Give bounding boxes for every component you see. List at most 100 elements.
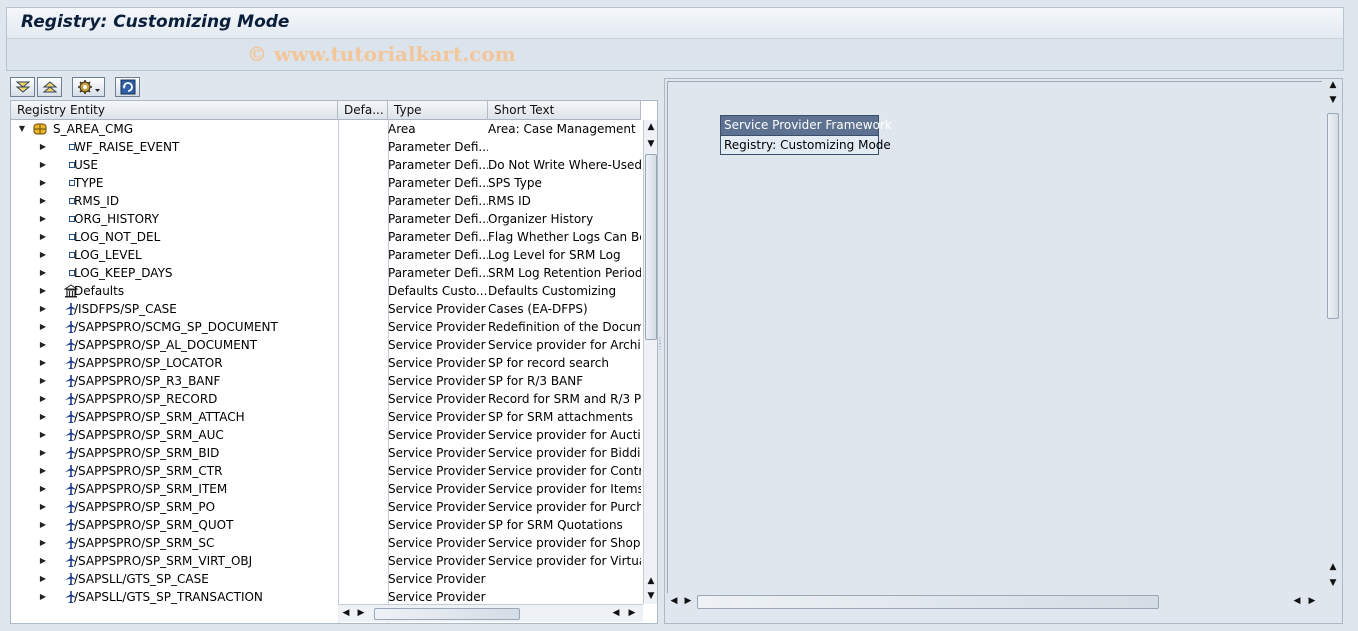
refresh-icon xyxy=(120,79,135,95)
tree-row[interactable]: ▶ /ISDFPS/SP_CASE Service Provider Cases (E… xyxy=(11,300,641,318)
refresh-button[interactable] xyxy=(115,77,140,97)
tree-vertical-scrollbar[interactable]: ▲ ▼ ▲ ▼ xyxy=(643,120,657,604)
tree-row[interactable]: ▶ /SAPPSPRO/SP_LOCATOR Service Provider SP … xyxy=(11,354,641,372)
tree-row-name: LOG_NOT_DEL xyxy=(74,230,161,244)
tree-row[interactable]: ▶ /SAPPSPRO/SP_SRM_VIRT_OBJ Service Provid… xyxy=(11,552,641,570)
collapse-all-button[interactable] xyxy=(37,77,62,97)
tree-row-type: Parameter Defi... xyxy=(388,158,488,172)
tree-row[interactable]: ▶ LOG_LEVEL Parameter Defi... Log Level for… xyxy=(11,246,641,264)
expand-arrow-icon[interactable]: ▶ xyxy=(38,264,48,282)
expand-arrow-icon[interactable]: ▶ xyxy=(38,390,48,408)
expand-arrow-icon[interactable]: ▶ xyxy=(38,534,48,552)
tree-row[interactable]: ▶ /SAPPSPRO/SP_SRM_BID Service Provider Ser… xyxy=(11,444,641,462)
tree-root-row[interactable]: ▼ S_AREA_CMG Area Area: Case Management xyxy=(11,120,641,138)
expand-arrow-icon[interactable]: ▶ xyxy=(38,480,48,498)
expand-arrow-icon[interactable]: ▶ xyxy=(38,588,48,606)
expand-arrow-icon[interactable]: ▶ xyxy=(38,282,48,300)
scroll-up-icon[interactable]: ▲ xyxy=(645,122,657,132)
expand-arrow-icon[interactable]: ▶ xyxy=(38,408,48,426)
scroll-left-icon[interactable]: ◀ xyxy=(340,608,352,618)
expand-arrow-icon[interactable]: ▶ xyxy=(38,210,48,228)
tree-row[interactable]: ▶ Defaults Defaults Custo... Defaults Custo… xyxy=(11,282,641,300)
expand-arrow-icon[interactable]: ▶ xyxy=(38,156,48,174)
tree-row[interactable]: ▶ /SAPPSPRO/SCMG_SP_DOCUMENT Service Provi… xyxy=(11,318,641,336)
tree-row[interactable]: ▶ USE Parameter Defi... Do Not Write Where-… xyxy=(11,156,641,174)
scroll-right-icon[interactable]: ▶ xyxy=(1306,596,1318,606)
scroll-thumb[interactable] xyxy=(697,595,1159,609)
tree-row-type: Service Provider xyxy=(388,392,486,406)
collapse-arrow-icon[interactable]: ▼ xyxy=(17,120,27,138)
tree-row[interactable]: ▶ TYPE Parameter Defi... SPS Type xyxy=(11,174,641,192)
tree-row[interactable]: ▶ /SAPPSPRO/SP_RECORD Service Provider Reco… xyxy=(11,390,641,408)
tree-row[interactable]: ▶ /SAPPSPRO/SP_AL_DOCUMENT Service Provide… xyxy=(11,336,641,354)
expand-arrow-icon[interactable]: ▶ xyxy=(38,516,48,534)
tree-row[interactable]: ▶ WF_RAISE_EVENT Parameter Defi... xyxy=(11,138,641,156)
expand-arrow-icon[interactable]: ▶ xyxy=(38,444,48,462)
panel-splitter[interactable]: ⋮ ⋮ xyxy=(656,337,664,351)
tree-rows: ▼ S_AREA_CMG Area Area: Case Management … xyxy=(11,120,641,606)
scroll-up-icon[interactable]: ▲ xyxy=(1327,562,1339,572)
scroll-up-icon[interactable]: ▲ xyxy=(1327,80,1339,90)
tree-row-short-text: SP for SRM Quotations xyxy=(488,518,623,532)
tree-row[interactable]: ▶ /SAPPSPRO/SP_SRM_AUC Service Provider Ser… xyxy=(11,426,641,444)
scroll-right-icon[interactable]: ▶ xyxy=(682,596,694,606)
detail-horizontal-scrollbar[interactable]: ◀ ▶ ◀ ▶ xyxy=(665,593,1342,623)
tree-row-type: Parameter Defi... xyxy=(388,248,488,262)
expand-arrow-icon[interactable]: ▶ xyxy=(38,246,48,264)
expand-arrow-icon[interactable]: ▶ xyxy=(38,552,48,570)
scroll-thumb[interactable] xyxy=(645,154,657,340)
expand-arrow-icon[interactable]: ▶ xyxy=(38,462,48,480)
expand-arrow-icon[interactable]: ▶ xyxy=(38,300,48,318)
tree-row-name: TYPE xyxy=(74,176,104,190)
expand-all-button[interactable] xyxy=(10,77,35,97)
settings-menu-button[interactable] xyxy=(72,77,105,97)
expand-arrow-icon[interactable]: ▶ xyxy=(38,354,48,372)
tree-row[interactable]: ▶ RMS_ID Parameter Defi... RMS ID xyxy=(11,192,641,210)
tree-root-name: S_AREA_CMG xyxy=(53,122,133,136)
tree-row-type: Service Provider xyxy=(388,338,486,352)
tree-row[interactable]: ▶ LOG_KEEP_DAYS Parameter Defi... SRM Log R… xyxy=(11,264,641,282)
detail-vertical-scrollbar[interactable]: ▲ ▼ ▲ ▼ xyxy=(1324,79,1342,593)
tree-row[interactable]: ▶ /SAPPSPRO/SP_SRM_ITEM Service Provider Se… xyxy=(11,480,641,498)
tree-header: Registry Entity Defa... Type Short Text xyxy=(11,101,641,120)
tree-row[interactable]: ▶ /SAPPSPRO/SP_SRM_CTR Service Provider Ser… xyxy=(11,462,641,480)
expand-arrow-icon[interactable]: ▶ xyxy=(38,570,48,588)
scroll-down-icon[interactable]: ▼ xyxy=(645,139,657,149)
scroll-right-icon[interactable]: ▶ xyxy=(626,608,638,618)
tree-row-short-text: Service provider for Biddings xyxy=(488,446,641,460)
tree-row[interactable]: ▶ ORG_HISTORY Parameter Defi... Organizer H… xyxy=(11,210,641,228)
tree-root-short-text: Area: Case Management xyxy=(488,122,636,136)
tree-row[interactable]: ▶ LOG_NOT_DEL Parameter Defi... Flag Whethe… xyxy=(11,228,641,246)
scroll-down-icon[interactable]: ▼ xyxy=(1327,95,1339,105)
column-header-short-text[interactable]: Short Text xyxy=(488,101,641,120)
scroll-right-icon[interactable]: ▶ xyxy=(355,608,367,618)
expand-arrow-icon[interactable]: ▶ xyxy=(38,336,48,354)
expand-arrow-icon[interactable]: ▶ xyxy=(38,426,48,444)
scroll-left-icon[interactable]: ◀ xyxy=(668,596,680,606)
column-header-type[interactable]: Type xyxy=(388,101,488,120)
tree-row[interactable]: ▶ /SAPPSPRO/SP_SRM_PO Service Provider Serv… xyxy=(11,498,641,516)
title-bar: Registry: Customizing Mode xyxy=(6,7,1344,38)
scroll-down-icon[interactable]: ▼ xyxy=(645,591,657,601)
expand-arrow-icon[interactable]: ▶ xyxy=(38,372,48,390)
tree-row[interactable]: ▶ /SAPPSPRO/SP_SRM_ATTACH Service Provider… xyxy=(11,408,641,426)
column-header-default[interactable]: Defa... xyxy=(338,101,388,120)
expand-arrow-icon[interactable]: ▶ xyxy=(38,174,48,192)
tree-row[interactable]: ▶ /SAPPSPRO/SP_SRM_SC Service Provider Serv… xyxy=(11,534,641,552)
scroll-up-icon[interactable]: ▲ xyxy=(645,576,657,586)
tree-horizontal-scrollbar[interactable]: ◀ ▶ ◀ ▶ xyxy=(338,604,643,622)
tree-row[interactable]: ▶ /SAPPSPRO/SP_R3_BANF Service Provider SP … xyxy=(11,372,641,390)
scroll-left-icon[interactable]: ◀ xyxy=(610,608,622,618)
scroll-down-icon[interactable]: ▼ xyxy=(1327,578,1339,588)
expand-arrow-icon[interactable]: ▶ xyxy=(38,228,48,246)
column-header-entity[interactable]: Registry Entity xyxy=(11,101,338,120)
scroll-thumb[interactable] xyxy=(374,608,520,620)
tree-row[interactable]: ▶ /SAPSLL/GTS_SP_CASE Service Provider xyxy=(11,570,641,588)
expand-arrow-icon[interactable]: ▶ xyxy=(38,318,48,336)
expand-arrow-icon[interactable]: ▶ xyxy=(38,192,48,210)
expand-arrow-icon[interactable]: ▶ xyxy=(38,138,48,156)
tree-row[interactable]: ▶ /SAPPSPRO/SP_SRM_QUOT Service Provider SP… xyxy=(11,516,641,534)
expand-arrow-icon[interactable]: ▶ xyxy=(38,498,48,516)
scroll-thumb[interactable] xyxy=(1327,113,1339,319)
scroll-left-icon[interactable]: ◀ xyxy=(1291,596,1303,606)
